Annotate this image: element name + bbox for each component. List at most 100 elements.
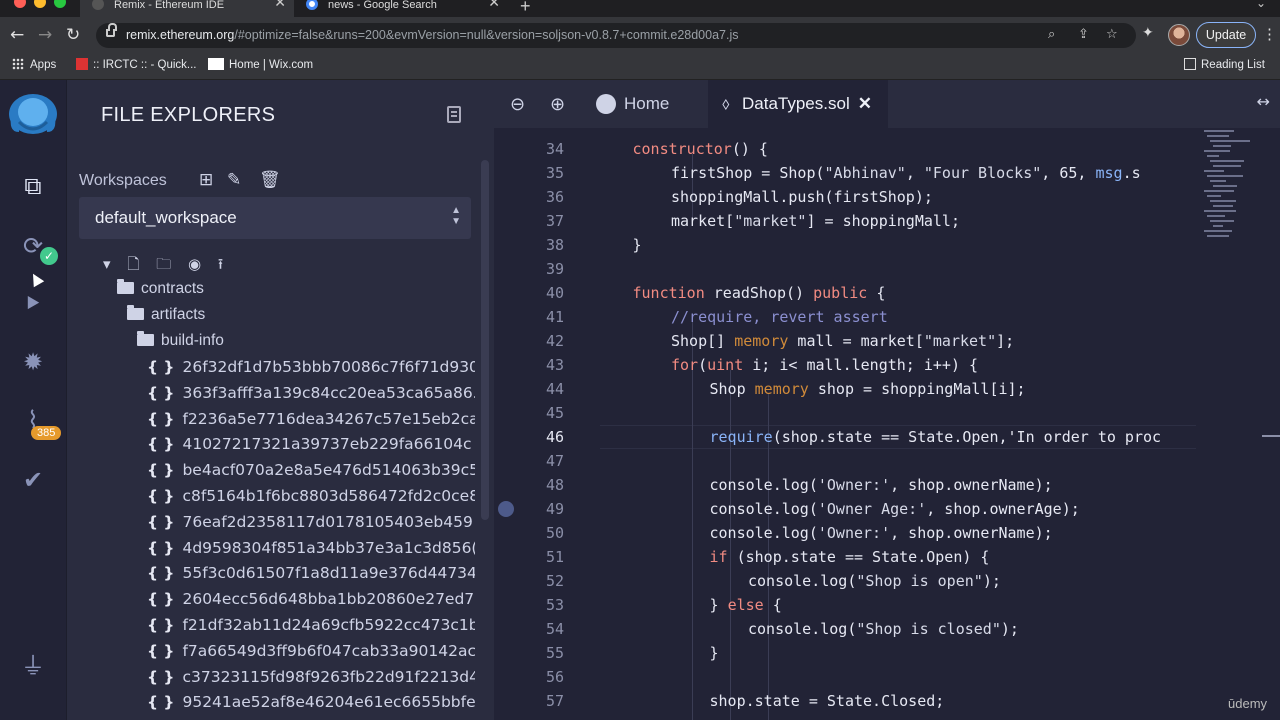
tab-search-icon[interactable]: ⌄ [1256,0,1266,10]
analysis-count-badge: 385 [31,426,62,440]
expand-panel-icon[interactable]: ↔ [1257,92,1270,111]
line-number: 55 [545,644,564,662]
editor-scroll-marker[interactable] [1262,435,1280,437]
line-number: 43 [545,356,564,374]
minimap-line [1204,210,1236,212]
folder-icon [117,279,134,294]
browser-menu-icon[interactable]: ⋮ [1262,25,1277,43]
update-button[interactable]: Update [1196,22,1256,48]
json-file-item[interactable]: { } f7a66549d3ff9b6f047cab33a90142ac [147,642,475,660]
upload-icon[interactable]: ⭱ [218,255,223,273]
minimap-line [1204,230,1232,232]
json-file-icon: { } [147,409,175,428]
address-bar[interactable]: remix.ethereum.org/#optimize=false&runs=… [96,23,1136,48]
folder-build-info[interactable]: build-info [137,331,224,350]
remix-logo-icon[interactable] [5,92,61,138]
bookmark-irctc[interactable]: :: IRCTC :: - Quick... [76,58,197,71]
json-file-item[interactable]: { } c8f5164b1f6bc8803d586472fd2c0ce8 [147,487,475,505]
reload-icon[interactable]: ↻ [66,25,80,45]
json-file-item[interactable]: { } 363f3afff3a139c84cc20ea53ca65a86.j [147,384,475,402]
irctc-icon [76,58,88,70]
bookmark-star-icon[interactable]: ☆ [1106,27,1118,42]
reading-list[interactable]: Reading List [1184,58,1265,71]
plugin-manager-icon[interactable]: ⏚ [17,650,49,682]
breakpoint-dot-icon[interactable] [498,501,514,517]
window-close-dot[interactable] [14,0,26,8]
window-zoom-dot[interactable] [54,0,66,8]
extensions-puzzle-icon[interactable]: ✦ [1142,25,1154,41]
bookmark-apps[interactable]: Apps [12,58,56,71]
folder-artifacts[interactable]: artifacts [127,305,205,324]
minimap-line [1213,145,1231,147]
panel-title: FILE EXPLORERS [101,104,276,126]
zoom-search-icon[interactable]: ⌕ [1048,27,1055,42]
line-number-gutter: 34 35 36 37 38 39 40 41 42 43 44 45 46 47 48 49 50 51 52 53… [494,128,574,720]
zoom-in-icon[interactable]: ⊕ [550,94,565,115]
json-file-item[interactable]: { } f21df32ab11d24a69cfb5922cc473c1b [147,616,475,634]
minimap-line [1207,155,1219,157]
github-icon[interactable]: ◉ [188,255,201,273]
json-file-item[interactable]: { } 41027217321a39737eb229fa66104c [147,435,475,453]
json-file-item[interactable]: { } 4d9598304f851a34bb37e3a1c3d856( [147,539,475,557]
line-number: 36 [545,188,564,206]
debugger-icon[interactable]: ✹ [17,346,49,378]
delete-workspace-icon[interactable]: 🗑 [259,170,281,190]
minimap-line [1210,220,1234,222]
json-file-item[interactable]: { } 76eaf2d2358117d0178105403eb459 [147,513,475,531]
code-line: for(uint i; i< mall.length; i++) { [671,356,979,374]
rename-workspace-icon[interactable]: ✎ [227,170,241,190]
file-name: 55f3c0d61507f1a8d11a9e376d44734 [182,564,475,583]
file-explorer-icon[interactable]: ⧉ [17,170,49,202]
line-number: 37 [545,212,564,230]
json-file-item[interactable]: { } c37323115fd98f9263fb22d91f2213d4 [147,668,475,686]
tab-close-icon[interactable]: ✕ [858,80,872,128]
code-minimap[interactable] [1200,128,1262,268]
tab-home[interactable]: Home [588,80,700,128]
zoom-out-icon[interactable]: ⊖ [510,94,525,115]
line-number: 39 [545,260,564,278]
json-file-icon: { } [147,538,175,557]
json-file-item[interactable]: { } 95241ae52af8e46204e61ec6655bbfe( [147,693,475,711]
json-file-item[interactable]: { } 55f3c0d61507f1a8d11a9e376d44734 [147,564,475,582]
tab-remix[interactable]: Remix - Ethereum IDE ✕ [80,0,294,17]
line-number: 40 [545,284,564,302]
minimap-line [1213,205,1233,207]
testing-icon[interactable]: ✔ [17,464,49,496]
json-file-item[interactable]: { } 26f32df1d7b53bbb70086c7f6f71d930 [147,358,475,376]
json-file-item[interactable]: { } be4acf070a2e8a5e476d514063b39c5 [147,461,475,479]
collapse-caret-icon[interactable]: ▾ [103,255,111,273]
line-number: 56 [545,668,564,686]
new-tab-button[interactable]: + [520,0,531,17]
code-line: } [709,644,719,662]
tab-datatypes-sol[interactable]: ⬨ DataTypes.sol ✕ [708,80,888,128]
create-workspace-icon[interactable]: ⊞ [199,170,213,190]
folder-contracts[interactable]: contracts [117,279,204,298]
new-file-icon[interactable]: 🗋 [127,255,139,273]
share-icon[interactable]: ⇪ [1078,27,1089,42]
file-name: 41027217321a39737eb229fa66104c [182,435,472,454]
workspace-select[interactable]: default_workspace ▲ ▼ [79,197,471,239]
tab-close-icon[interactable]: ✕ [488,0,500,9]
json-file-item[interactable]: { } 2604ecc56d648bba1bb20860e27ed7( [147,590,475,608]
tab-google-search[interactable]: news - Google Search ✕ [294,0,508,17]
json-file-icon: { } [147,435,175,454]
workspaces-label: Workspaces [79,172,167,189]
forward-arrow-icon[interactable]: → [38,25,52,45]
code-editor[interactable]: constructor() {firstShop = Shop("Abhinav… [586,128,1196,720]
new-folder-icon[interactable]: 🗀 [156,255,171,273]
line-number: 51 [545,548,564,566]
bookmark-wix[interactable]: Home | Wix.com [208,58,313,71]
deploy-icon[interactable]: ⯈ [17,288,49,320]
panel-scrollbar[interactable] [481,160,489,520]
documentation-icon[interactable] [447,106,461,123]
code-line: console.log('Owner:', shop.ownerName); [709,476,1053,494]
json-file-icon: { } [147,693,175,712]
json-file-item[interactable]: { } f2236a5e7716dea34267c57e15eb2ca [147,410,475,428]
json-file-icon: { } [147,667,175,686]
window-minimize-dot[interactable] [34,0,46,8]
back-arrow-icon[interactable]: ← [10,25,24,45]
profile-avatar[interactable] [1168,24,1190,46]
code-line: constructor() { [632,140,768,158]
tab-close-icon[interactable]: ✕ [274,0,286,9]
mouse-cursor-icon [27,270,45,288]
